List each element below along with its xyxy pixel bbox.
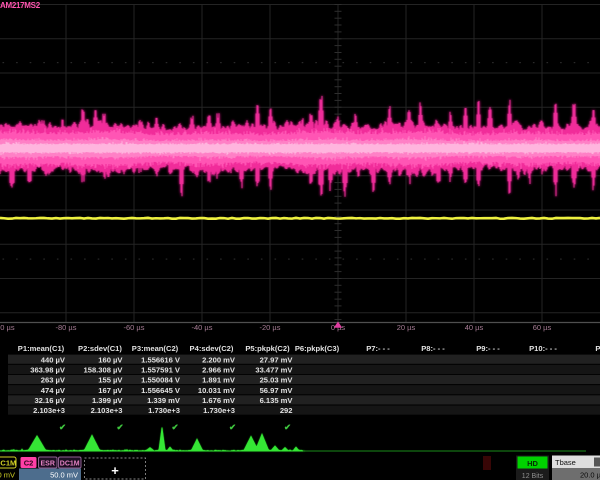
svg-text:1.676 mV: 1.676 mV	[202, 396, 236, 405]
svg-text:AM217MS2: AM217MS2	[0, 1, 41, 10]
svg-text:C2: C2	[24, 459, 34, 468]
svg-text:10.031 mV: 10.031 mV	[198, 386, 236, 395]
svg-text:P4:sdev(C2): P4:sdev(C2)	[190, 344, 234, 353]
svg-text:363.98 µV: 363.98 µV	[30, 366, 66, 375]
svg-text:DC1M: DC1M	[60, 461, 80, 468]
svg-text:P9:- - -: P9:- - -	[476, 344, 500, 353]
svg-text:1.399 µV: 1.399 µV	[92, 396, 123, 405]
svg-text:440 µV: 440 µV	[41, 355, 66, 364]
svg-text:HD: HD	[527, 459, 538, 468]
svg-text:158.308 µV: 158.308 µV	[84, 366, 124, 375]
svg-text:✔: ✔	[59, 422, 66, 432]
svg-text:292: 292	[280, 406, 293, 415]
svg-text:2.966 mV: 2.966 mV	[202, 366, 236, 375]
svg-text:1.730e+3: 1.730e+3	[203, 406, 235, 415]
svg-text:33.477 mV: 33.477 mV	[255, 366, 293, 375]
svg-text:1.891 mV: 1.891 mV	[202, 376, 236, 385]
svg-text:56.97 mV: 56.97 mV	[260, 386, 294, 395]
svg-text:P2:sdev(C1): P2:sdev(C1)	[78, 344, 122, 353]
svg-text:155 µV: 155 µV	[98, 376, 123, 385]
svg-text:DC1M: DC1M	[0, 459, 16, 468]
svg-text:P3:mean(C2): P3:mean(C2)	[132, 344, 179, 353]
svg-text:-80 µs: -80 µs	[56, 323, 77, 332]
svg-text:27.97 mV: 27.97 mV	[260, 355, 294, 364]
svg-text:32.16 µV: 32.16 µV	[34, 396, 65, 405]
svg-text:20 µs: 20 µs	[397, 323, 416, 332]
svg-text:Tbase: Tbase	[555, 458, 576, 467]
svg-text:1.550084 V: 1.550084 V	[141, 376, 181, 385]
svg-text:40 µs: 40 µs	[465, 323, 484, 332]
svg-text:167 µV: 167 µV	[98, 386, 123, 395]
svg-text:✔: ✔	[171, 422, 178, 432]
svg-text:-20 µs: -20 µs	[260, 323, 281, 332]
svg-text:P5:pkpk(C2): P5:pkpk(C2)	[245, 344, 290, 353]
svg-text:263 µV: 263 µV	[41, 376, 66, 385]
svg-text:2.200 mV: 2.200 mV	[202, 355, 236, 364]
svg-text:✔: ✔	[229, 422, 236, 432]
svg-text:6.135 mV: 6.135 mV	[260, 396, 294, 405]
svg-text:1.556616 V: 1.556616 V	[141, 355, 181, 364]
svg-text:P7:- - -: P7:- - -	[366, 344, 390, 353]
svg-text:✔: ✔	[116, 422, 123, 432]
svg-text:60 µs: 60 µs	[533, 323, 552, 332]
svg-text:-40 µs: -40 µs	[192, 323, 213, 332]
svg-text:-100 µs: -100 µs	[0, 323, 15, 332]
svg-text:P1:mean(C1): P1:mean(C1)	[18, 344, 65, 353]
svg-text:-60 µs: -60 µs	[124, 323, 145, 332]
svg-text:12 Bits: 12 Bits	[522, 473, 544, 480]
svg-text:ESR: ESR	[40, 461, 54, 468]
svg-text:1.730e+3: 1.730e+3	[148, 406, 180, 415]
svg-text:474 µV: 474 µV	[41, 386, 66, 395]
svg-text:2.103e+3: 2.103e+3	[91, 406, 123, 415]
svg-text:+: +	[111, 463, 119, 478]
svg-text:1.556645 V: 1.556645 V	[141, 386, 181, 395]
svg-text:P10:- - -: P10:- - -	[529, 344, 557, 353]
svg-text:1.557591 V: 1.557591 V	[141, 366, 181, 375]
svg-text:160 µV: 160 µV	[98, 355, 123, 364]
svg-text:P1: P1	[595, 344, 600, 353]
svg-text:20.0 µs: 20.0 µs	[580, 471, 600, 480]
svg-text:2.103e+3: 2.103e+3	[33, 406, 65, 415]
svg-text:1.339 mV: 1.339 mV	[147, 396, 181, 405]
svg-text:✔: ✔	[284, 422, 291, 432]
svg-text:10.0 mV: 10.0 mV	[0, 471, 15, 480]
svg-text:P8:- - -: P8:- - -	[421, 344, 445, 353]
svg-text:25.03 mV: 25.03 mV	[260, 376, 294, 385]
svg-text:P6:pkpk(C3): P6:pkpk(C3)	[295, 344, 340, 353]
svg-text:50.0 mV: 50.0 mV	[50, 471, 78, 480]
